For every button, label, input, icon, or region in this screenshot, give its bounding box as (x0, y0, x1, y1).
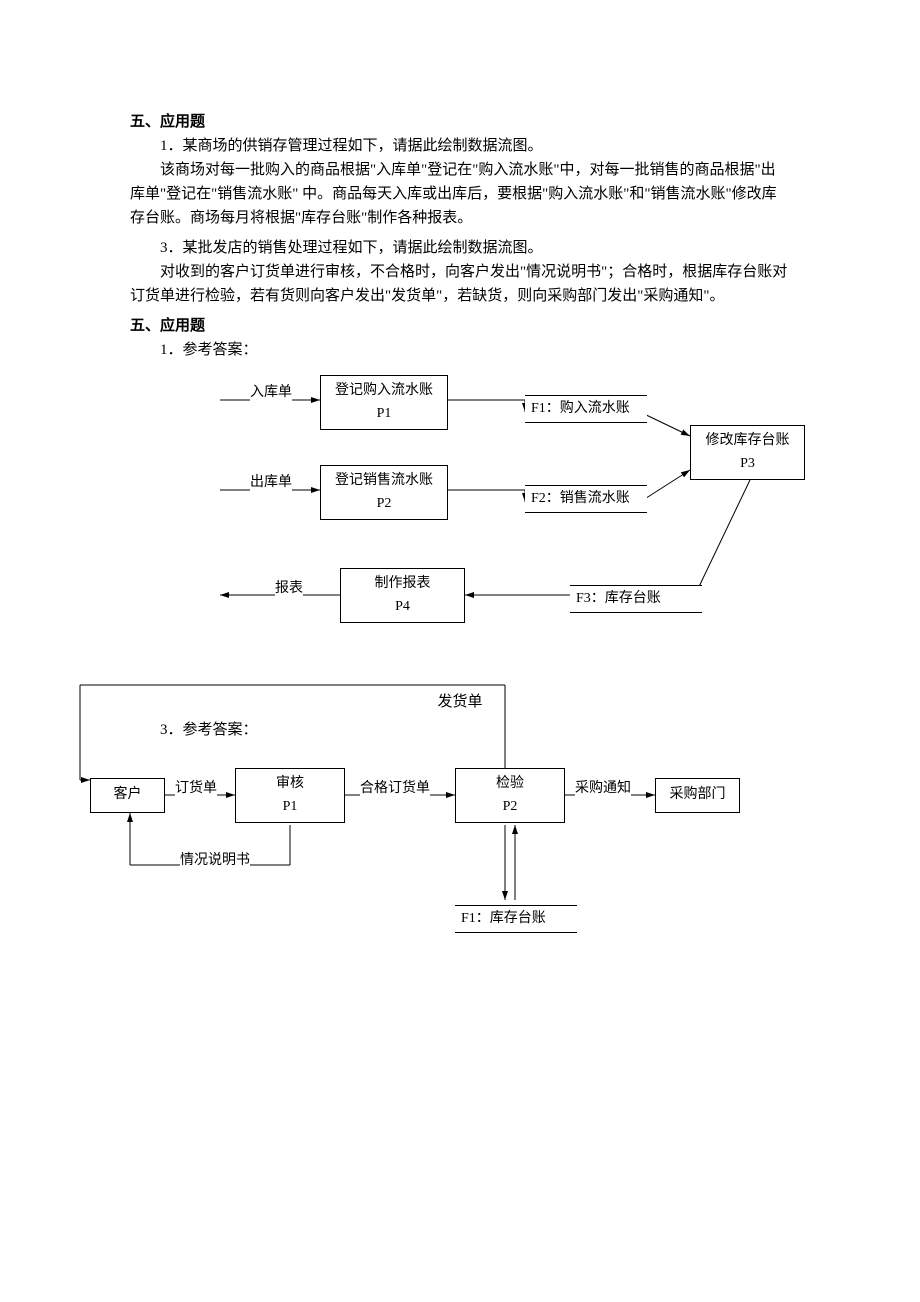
p1-id: P1 (377, 403, 392, 425)
label-order: 订货单 (175, 778, 217, 800)
label-purchase-notice: 采购通知 (575, 778, 631, 800)
q1-title: 1．某商场的供销存管理过程如下，请据此绘制数据流图。 (130, 134, 790, 158)
process-p2: 登记销售流水账 P2 (320, 465, 448, 520)
p1-label: 登记购入流水账 (335, 380, 433, 402)
store-f1: F1：购入流水账 (525, 395, 647, 423)
entity-purchase-dept: 采购部门 (655, 778, 740, 813)
store-f3: F3：库存台账 (570, 585, 702, 613)
entity-customer: 客户 (90, 778, 165, 813)
p2-label: 登记销售流水账 (335, 470, 433, 492)
process-check: 检验 P2 (455, 768, 565, 823)
process-audit: 审核 P1 (235, 768, 345, 823)
heading-section: 五、应用题 (130, 110, 790, 134)
p4-label: 制作报表 (375, 573, 431, 595)
q3-body: 对收到的客户订货单进行审核，不合格时，向客户发出"情况说明书"；合格时，根据库存… (130, 260, 790, 308)
diagram-1: 登记购入流水账 P1 登记销售流水账 P2 修改库存台账 P3 制作报表 P4 … (130, 370, 790, 650)
label-ship-top: 发货单 (437, 694, 482, 710)
label-ok-order: 合格订货单 (360, 778, 430, 800)
audit-label: 审核 (276, 773, 304, 795)
label-description: 情况说明书 (180, 850, 250, 872)
label-in-store: 入库单 (250, 382, 292, 404)
diagram-2: 客户 审核 P1 检验 P2 采购部门 F1：库存台账 订货单 合格订货单 采购… (60, 750, 790, 980)
heading-answers: 五、应用题 (130, 314, 790, 338)
check-label: 检验 (496, 773, 524, 795)
p3-label: 修改库存台账 (706, 430, 790, 452)
process-p3: 修改库存台账 P3 (690, 425, 805, 480)
q1-body: 该商场对每一批购入的商品根据"入库单"登记在"购入流水账"中，对每一批销售的商品… (130, 158, 790, 230)
label-report: 报表 (275, 578, 303, 600)
answer3-label: 3．参考答案： (130, 718, 790, 742)
dept-label: 采购部门 (670, 784, 726, 806)
store-stock: F1：库存台账 (455, 905, 577, 933)
p2-id: P2 (377, 493, 392, 515)
process-p1: 登记购入流水账 P1 (320, 375, 448, 430)
customer-label: 客户 (114, 784, 142, 806)
process-p4: 制作报表 P4 (340, 568, 465, 623)
p4-id: P4 (395, 596, 410, 618)
audit-id: P1 (283, 796, 298, 818)
q3-title: 3．某批发店的销售处理过程如下，请据此绘制数据流图。 (130, 236, 790, 260)
store-f2: F2：销售流水账 (525, 485, 647, 513)
label-out-store: 出库单 (250, 472, 292, 494)
check-id: P2 (503, 796, 518, 818)
answer1-label: 1．参考答案： (130, 338, 790, 362)
p3-id: P3 (740, 453, 755, 475)
